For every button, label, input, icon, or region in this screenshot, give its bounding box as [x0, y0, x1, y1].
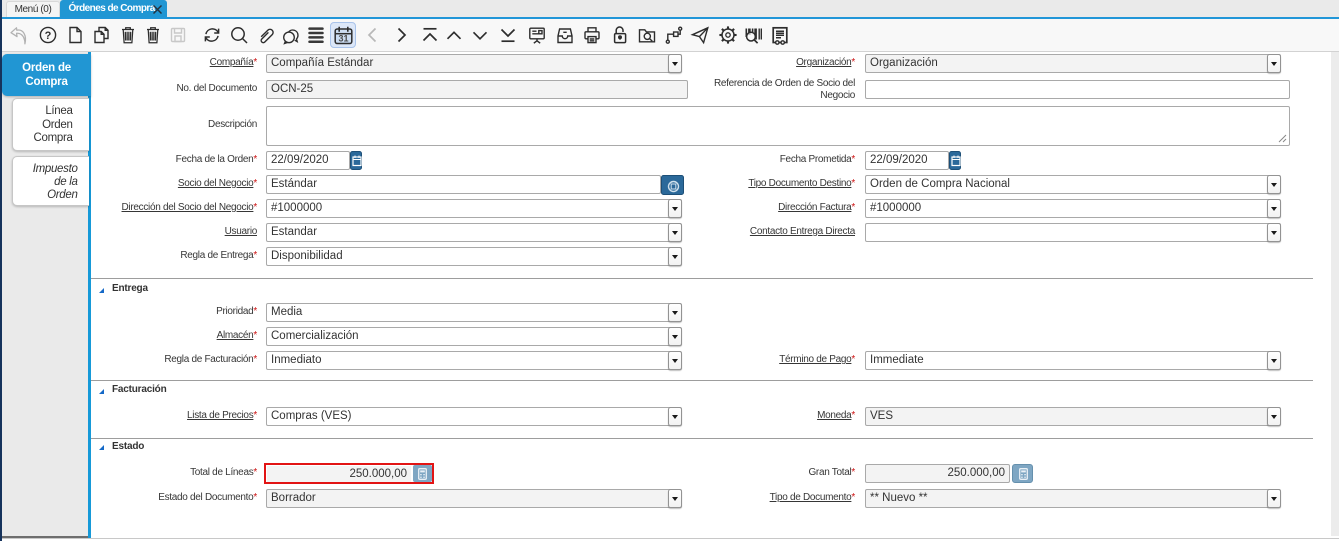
- svg-text:?: ?: [45, 30, 52, 42]
- svg-text:31: 31: [338, 33, 348, 43]
